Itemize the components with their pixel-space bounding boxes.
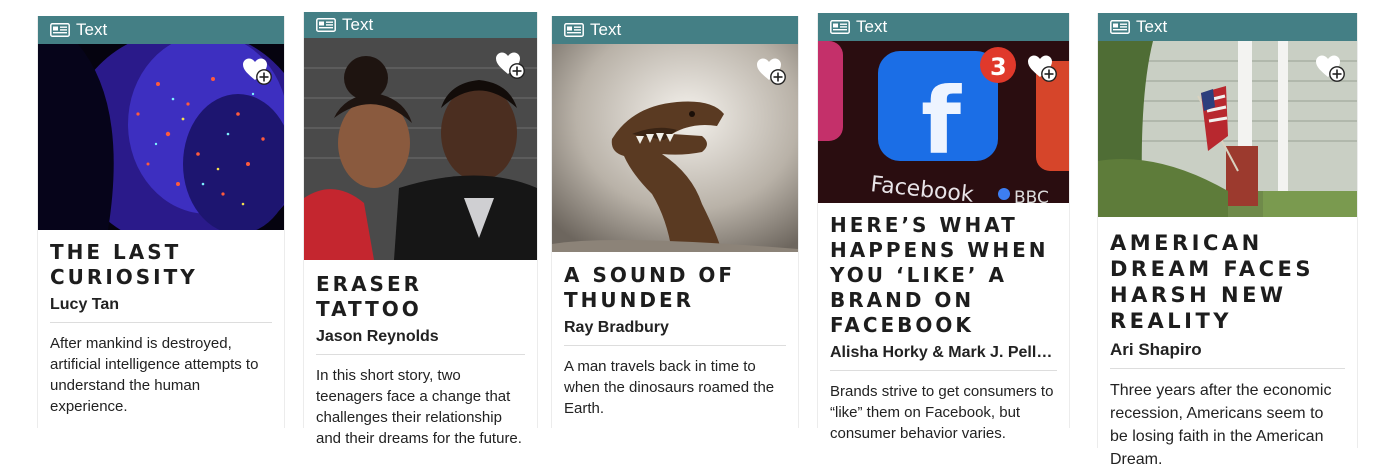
add-favorite-icon[interactable] [495,50,525,80]
story-title[interactable]: HERE’S WHAT HAPPENS WHEN YOU ‘LIKE’ A BR… [830,213,1057,338]
story-image[interactable]: f 3 Facebook BBC [818,41,1069,203]
add-favorite-icon[interactable] [242,56,272,86]
story-image[interactable] [1098,41,1357,217]
newspaper-icon [50,23,70,37]
newspaper-icon [564,23,584,37]
story-title[interactable]: ERASER TATTOO [316,272,525,322]
story-description: Three years after the economic recession… [1110,382,1332,468]
content-type-header: Text [818,13,1069,41]
add-favorite-icon[interactable] [1027,53,1057,83]
story-description: A man travels back in time to when the d… [564,358,775,417]
story-card-eraser-tattoo[interactable]: Text ERASER TATTOO Jason Reynolds In thi… [303,12,538,447]
content-type-label: Text [342,15,374,34]
story-description: In this short story, two teenagers face … [316,367,522,447]
content-type-label: Text [590,20,622,39]
story-title[interactable]: THE LAST CURIOSITY [50,240,272,290]
story-card-a-sound-of-thunder[interactable]: Text A SOUND OF THUNDER Ray Bradbury A m… [551,16,799,428]
story-title[interactable]: A SOUND OF THUNDER [564,263,786,313]
content-type-label: Text [1136,17,1168,36]
add-favorite-icon[interactable] [1315,53,1345,83]
story-image[interactable] [304,38,537,260]
story-title[interactable]: AMERICAN DREAM FACES HARSH NEW REALITY [1110,230,1345,334]
story-description: After mankind is destroyed, artificial i… [50,335,259,415]
story-author: Alisha Horky & Mark J. Pelle... [830,344,1057,371]
add-favorite-icon[interactable] [756,56,786,86]
story-card-american-dream[interactable]: Text AMERICAN DREAM FACES HARSH NEW REAL… [1097,13,1358,468]
content-type-header: Text [304,12,537,38]
story-author: Ari Shapiro [1110,340,1345,369]
newspaper-icon [1110,20,1130,34]
content-type-header: Text [552,16,798,44]
story-card-facebook-like[interactable]: Text f 3 Facebook BBC HERE’S WHAT HAPPEN… [817,13,1070,442]
newspaper-icon [830,20,850,34]
story-image[interactable] [38,44,284,230]
story-description: Brands strive to get consumers to “like”… [830,383,1054,442]
story-author: Jason Reynolds [316,328,525,355]
svg-text:f: f [921,68,962,175]
svg-text:3: 3 [990,53,1007,81]
story-image[interactable] [552,44,798,252]
story-author: Ray Bradbury [564,319,786,346]
story-card-the-last-curiosity[interactable]: Text THE LAST CURIOSITY Lucy Tan After m… [37,16,285,428]
content-type-label: Text [856,17,888,36]
content-type-header: Text [1098,13,1357,41]
story-author: Lucy Tan [50,296,272,323]
content-type-label: Text [76,20,108,39]
content-type-header: Text [38,16,284,44]
newspaper-icon [316,18,336,32]
svg-text:BBC: BBC [1014,188,1049,203]
